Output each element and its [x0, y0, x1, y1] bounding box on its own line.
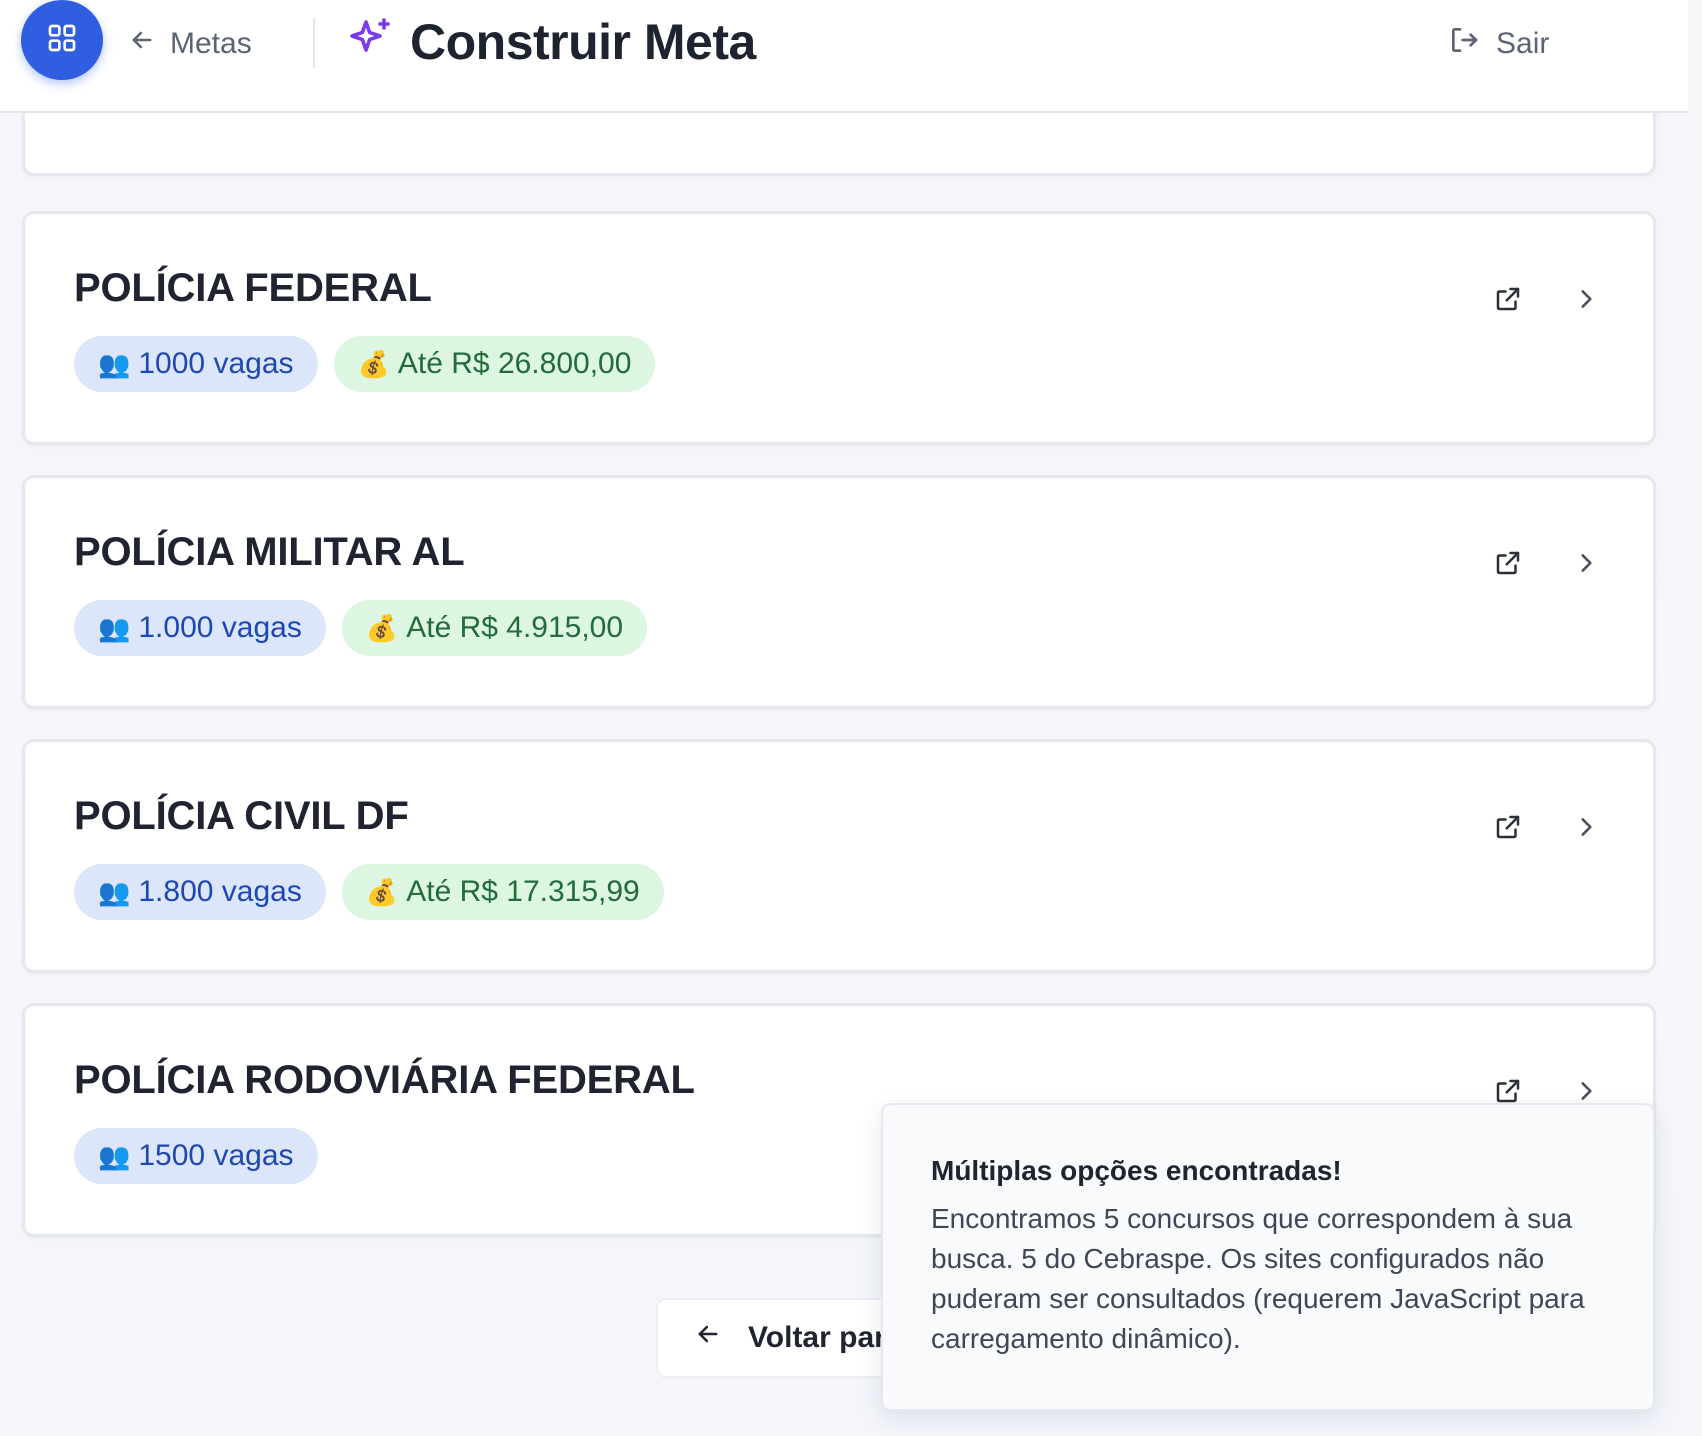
app-header: Metas Construir Meta Sair — [0, 0, 1688, 113]
scrollbar[interactable] — [1688, 0, 1702, 1436]
contest-chips: 👥 1.000 vagas 💰 Até R$ 4.915,00 — [74, 600, 648, 656]
vagas-text: 1500 vagas — [138, 1139, 294, 1172]
page-viewport: POLÍCIA FEDERAL 👥 1000 vagas 💰 Até R$ 26… — [0, 0, 1688, 1436]
contest-chips: 👥 1000 vagas 💰 Até R$ 26.800,00 — [74, 336, 656, 392]
logout-button[interactable]: Sair — [1448, 22, 1549, 66]
toast-message: Encontramos 5 concursos que correspondem… — [931, 1203, 1585, 1354]
arrow-left-icon — [694, 1320, 722, 1356]
external-link-icon[interactable] — [1491, 546, 1525, 580]
people-icon: 👥 — [98, 612, 131, 643]
card-actions — [1491, 282, 1603, 316]
sparkles-icon — [346, 16, 394, 69]
vagas-text: 1.000 vagas — [138, 611, 302, 644]
people-icon: 👥 — [98, 1140, 131, 1171]
arrow-left-icon — [128, 26, 156, 62]
page-title-group: Construir Meta — [346, 10, 756, 74]
contest-title: POLÍCIA CIVIL DF — [74, 794, 409, 838]
salary-badge: 💰 Até R$ 17.315,99 — [341, 864, 664, 920]
contest-card[interactable]: POLÍCIA FEDERAL 👥 1000 vagas 💰 Até R$ 26… — [22, 211, 1656, 445]
page-title: Construir Meta — [410, 14, 756, 70]
salary-badge: 💰 Até R$ 4.915,00 — [341, 600, 648, 656]
card-actions — [1491, 810, 1603, 844]
contest-chips: 👥 1500 vagas — [74, 1128, 318, 1184]
grid-icon — [46, 22, 78, 59]
notification-toast: Múltiplas opções encontradas! Encontramo… — [881, 1103, 1655, 1411]
contest-card[interactable]: POLÍCIA CIVIL DF 👥 1.800 vagas 💰 Até R$ … — [22, 739, 1656, 973]
people-icon: 👥 — [98, 876, 131, 907]
money-bag-icon: 💰 — [365, 876, 399, 907]
salary-badge: 💰 Até R$ 26.800,00 — [333, 336, 656, 392]
contest-title: POLÍCIA MILITAR AL — [74, 530, 465, 574]
contest-chips: 👥 1.800 vagas 💰 Até R$ 17.315,99 — [74, 864, 664, 920]
contest-title: POLÍCIA FEDERAL — [74, 266, 432, 310]
toast-title: Múltiplas opções encontradas! — [931, 1155, 1342, 1186]
back-to-metas-link[interactable]: Metas — [128, 22, 252, 66]
apps-menu-button[interactable] — [21, 0, 103, 80]
vagas-text: 1000 vagas — [138, 347, 294, 380]
contest-title: POLÍCIA RODOVIÁRIA FEDERAL — [74, 1058, 695, 1102]
people-icon: 👥 — [98, 348, 131, 379]
logout-label: Sair — [1496, 27, 1550, 60]
vagas-badge: 👥 1.000 vagas — [74, 600, 326, 656]
card-actions — [1491, 546, 1603, 580]
external-link-icon[interactable] — [1491, 282, 1525, 316]
salary-text: Até R$ 4.915,00 — [406, 611, 624, 644]
chevron-right-icon[interactable] — [1569, 546, 1603, 580]
chevron-right-icon[interactable] — [1569, 810, 1603, 844]
external-link-icon[interactable] — [1491, 810, 1525, 844]
contest-card[interactable]: POLÍCIA MILITAR AL 👥 1.000 vagas 💰 Até R… — [22, 475, 1656, 709]
logout-icon — [1448, 24, 1480, 64]
header-divider — [313, 18, 315, 68]
vagas-text: 1.800 vagas — [138, 875, 302, 908]
vagas-badge: 👥 1000 vagas — [74, 336, 318, 392]
vagas-badge: 👥 1500 vagas — [74, 1128, 318, 1184]
money-bag-icon: 💰 — [357, 348, 390, 379]
money-bag-icon: 💰 — [365, 612, 399, 643]
vagas-badge: 👥 1.800 vagas — [74, 864, 326, 920]
chevron-right-icon[interactable] — [1569, 282, 1603, 316]
back-link-label: Metas — [170, 27, 252, 60]
salary-text: Até R$ 26.800,00 — [397, 347, 632, 380]
back-button-label: Voltar par — [748, 1321, 886, 1354]
salary-text: Até R$ 17.315,99 — [406, 875, 640, 908]
